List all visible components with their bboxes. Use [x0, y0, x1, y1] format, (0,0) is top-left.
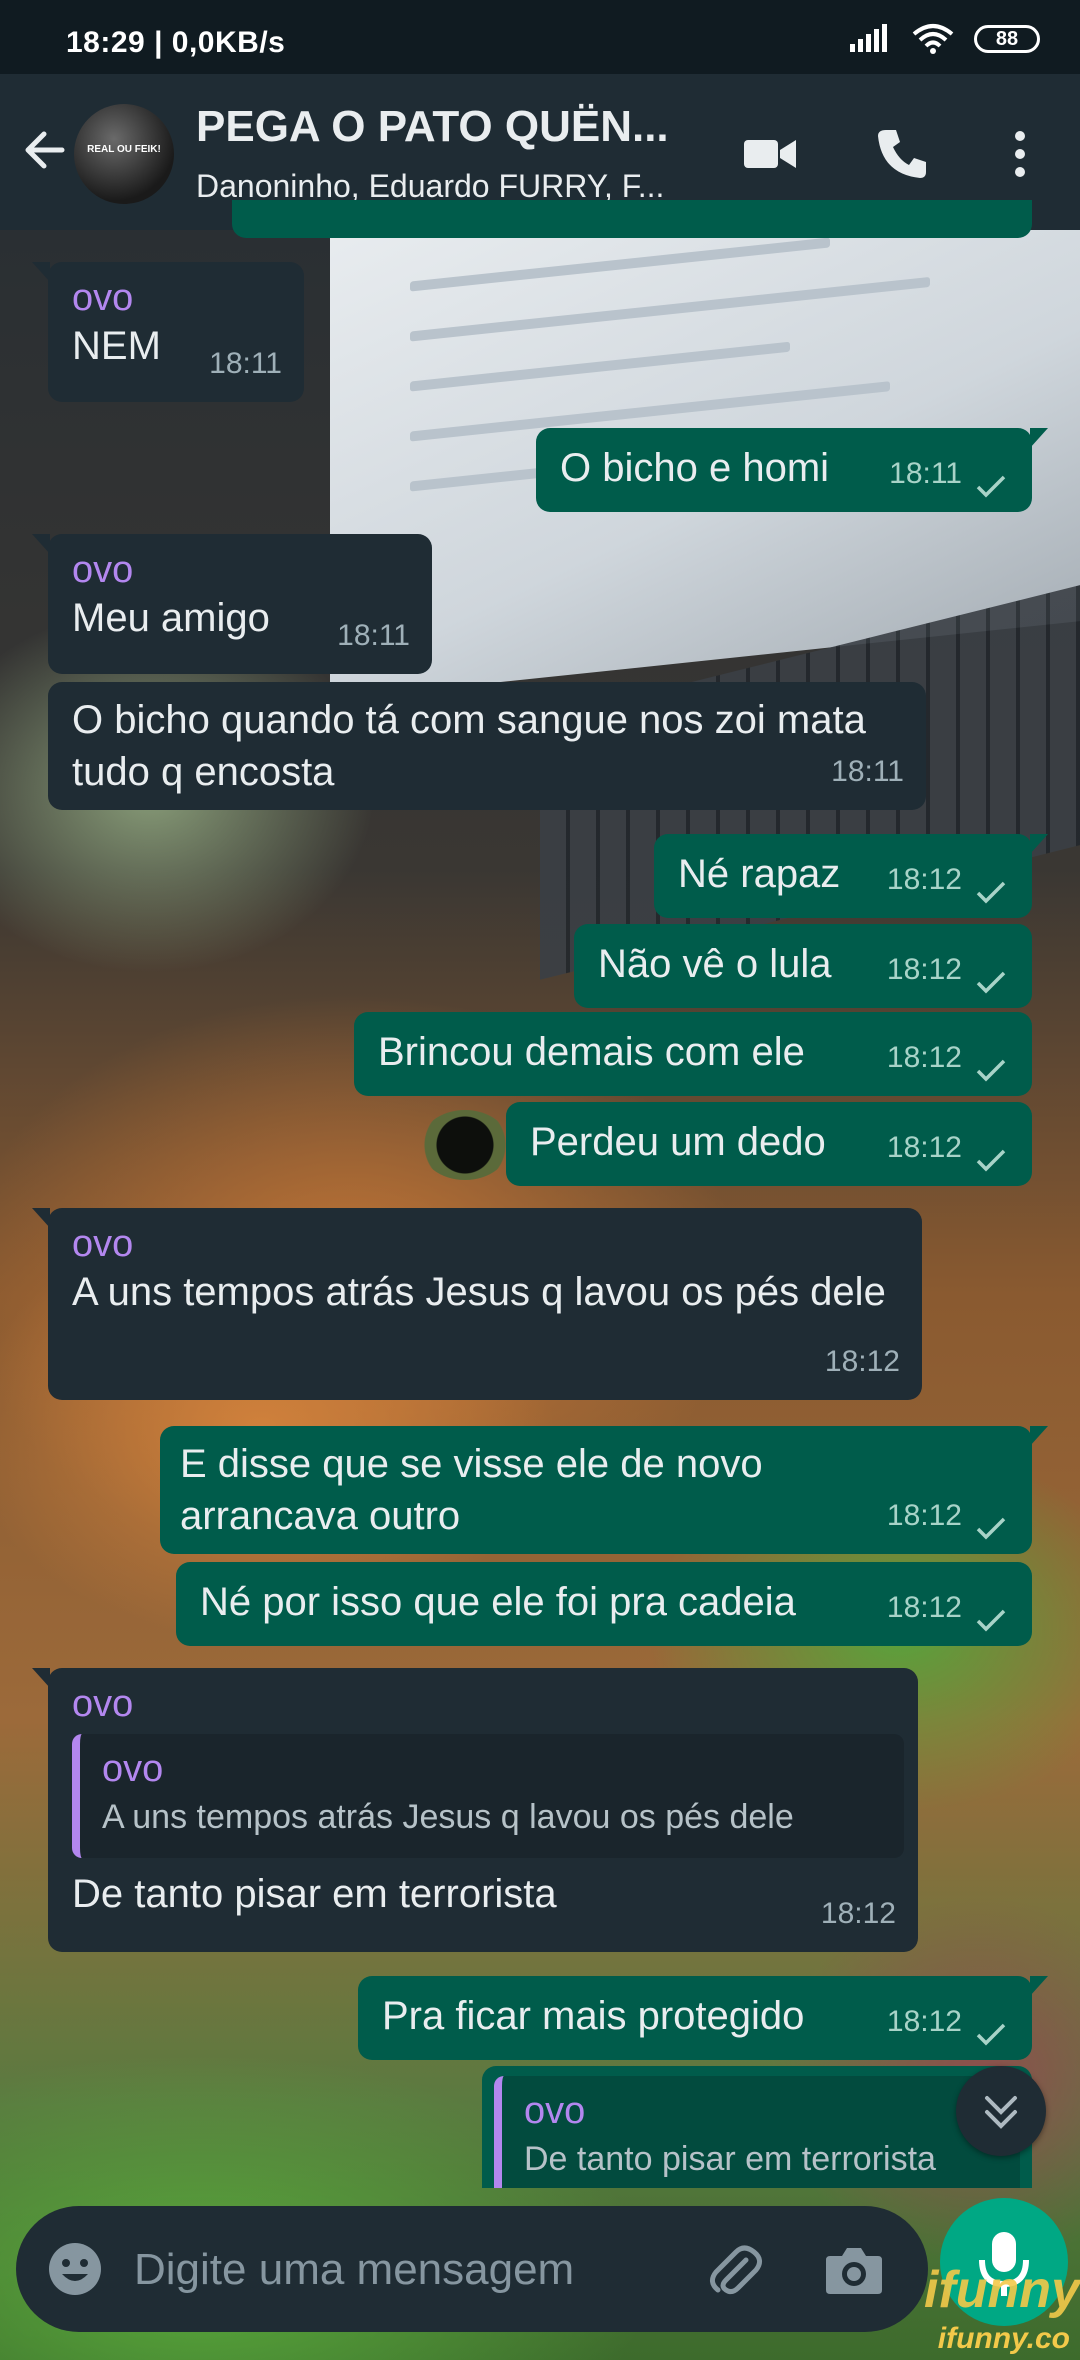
- message-bubble-outgoing[interactable]: Né por isso que ele foi pra cadeia 18:12: [176, 1562, 1032, 1646]
- quoted-sender: ovo: [102, 1748, 164, 1790]
- wallpaper-detail: [410, 237, 830, 292]
- emoji-icon[interactable]: [44, 2238, 106, 2300]
- message-text: O bicho quando tá com sangue nos zoi mat…: [72, 698, 866, 794]
- attach-icon[interactable]: [702, 2238, 766, 2302]
- message-time: 18:11: [831, 755, 904, 788]
- message-bubble-outgoing[interactable]: E disse que se visse ele de novo arranca…: [160, 1426, 1048, 1554]
- group-title[interactable]: PEGA O PATO QUËN...: [196, 102, 669, 152]
- battery-indicator: 88: [974, 25, 1040, 53]
- wallpaper-detail: [410, 276, 930, 342]
- message-bubble-outgoing-reply[interactable]: ovo De tanto pisar em terrorista: [482, 2066, 1032, 2188]
- message-time: 18:11: [337, 619, 410, 652]
- message-bubble-outgoing[interactable]: Brincou demais com ele 18:12: [354, 1012, 1032, 1096]
- quoted-text: A uns tempos atrás Jesus q lavou os pés …: [102, 1798, 794, 1836]
- quoted-text: De tanto pisar em terrorista: [524, 2140, 936, 2178]
- sender-name[interactable]: ovo: [72, 276, 280, 320]
- message-bubble-outgoing[interactable]: Né rapaz 18:12: [654, 834, 1048, 918]
- quoted-message[interactable]: ovo A uns tempos atrás Jesus q lavou os …: [72, 1734, 904, 1858]
- sender-name[interactable]: ovo: [72, 548, 408, 592]
- message-input[interactable]: [132, 2234, 696, 2306]
- back-arrow-icon[interactable]: [18, 122, 74, 178]
- message-time: 18:12: [886, 1131, 962, 1164]
- message-time: 18:12: [886, 1041, 962, 1074]
- message-time: 18:12: [886, 1499, 962, 1532]
- message-text: E disse que se visse ele de novo arranca…: [180, 1442, 763, 1538]
- message-text: De tanto pisar em terrorista: [72, 1872, 557, 1916]
- signal-icon: [850, 24, 887, 52]
- status-icons: 88: [848, 24, 1040, 54]
- scroll-to-bottom-button[interactable]: [956, 2066, 1046, 2156]
- message-bubble-incoming[interactable]: ovo A uns tempos atrás Jesus q lavou os …: [32, 1208, 922, 1400]
- message-bubble-partial[interactable]: [232, 200, 1032, 238]
- wallpaper-cat-eye: [420, 1110, 510, 1180]
- sender-name[interactable]: ovo: [72, 1222, 898, 1266]
- read-check-icon: [976, 1517, 1006, 1540]
- wallpaper-detail: [410, 341, 790, 392]
- double-chevron-down-icon: [985, 2096, 1017, 2129]
- read-check-icon: [976, 881, 1006, 904]
- status-time: 18:29 | 0,0KB/s: [66, 26, 286, 59]
- sender-name[interactable]: ovo: [72, 1682, 904, 1726]
- message-time: 18:12: [886, 863, 962, 896]
- message-time: 18:12: [886, 953, 962, 986]
- message-time: 18:12: [886, 2005, 962, 2038]
- group-avatar[interactable]: REAL OU FEIK!: [74, 104, 174, 204]
- watermark-brand: ifunny.co: [937, 2322, 1070, 2355]
- message-time: 18:12: [824, 1345, 900, 1378]
- message-bubble-incoming[interactable]: ovo NEM 18:11: [32, 262, 304, 402]
- read-check-icon: [976, 1059, 1006, 1082]
- message-time: 18:11: [209, 347, 282, 380]
- quoted-sender: ovo: [524, 2090, 586, 2132]
- read-check-icon: [976, 475, 1006, 498]
- message-bubble-incoming[interactable]: ovo Meu amigo 18:11: [32, 534, 432, 674]
- wifi-icon: [912, 24, 954, 54]
- message-text: A uns tempos atrás Jesus q lavou os pés …: [72, 1270, 886, 1314]
- message-composer[interactable]: [16, 2206, 928, 2332]
- read-check-icon: [976, 1609, 1006, 1632]
- message-bubble-outgoing[interactable]: O bicho e homi 18:11: [536, 428, 1048, 512]
- read-check-icon: [976, 971, 1006, 994]
- watermark-logo: ifunny: [924, 2261, 1080, 2319]
- message-bubble-outgoing[interactable]: Pra ficar mais protegido 18:12: [358, 1976, 1048, 2060]
- phone-icon[interactable]: [872, 124, 932, 184]
- read-check-icon: [976, 1149, 1006, 1172]
- avatar-text: REAL OU FEIK!: [87, 144, 161, 155]
- message-bubble-outgoing[interactable]: Não vê o lula 18:12: [574, 924, 1032, 1008]
- video-call-icon[interactable]: [740, 124, 800, 184]
- read-check-icon: [976, 2023, 1006, 2046]
- message-bubble-outgoing[interactable]: Perdeu um dedo 18:12: [506, 1102, 1032, 1186]
- quoted-message[interactable]: ovo De tanto pisar em terrorista: [494, 2076, 1020, 2188]
- message-bubble-incoming[interactable]: O bicho quando tá com sangue nos zoi mat…: [48, 682, 926, 810]
- message-time: 18:12: [886, 1591, 962, 1624]
- more-vert-icon[interactable]: [990, 124, 1050, 184]
- message-bubble-incoming-reply[interactable]: ovo ovo A uns tempos atrás Jesus q lavou…: [32, 1668, 918, 1952]
- message-time: 18:12: [820, 1897, 896, 1930]
- camera-icon[interactable]: [822, 2238, 886, 2302]
- status-bar: 18:29 | 0,0KB/s 88: [0, 0, 1080, 74]
- message-time: 18:11: [889, 457, 962, 490]
